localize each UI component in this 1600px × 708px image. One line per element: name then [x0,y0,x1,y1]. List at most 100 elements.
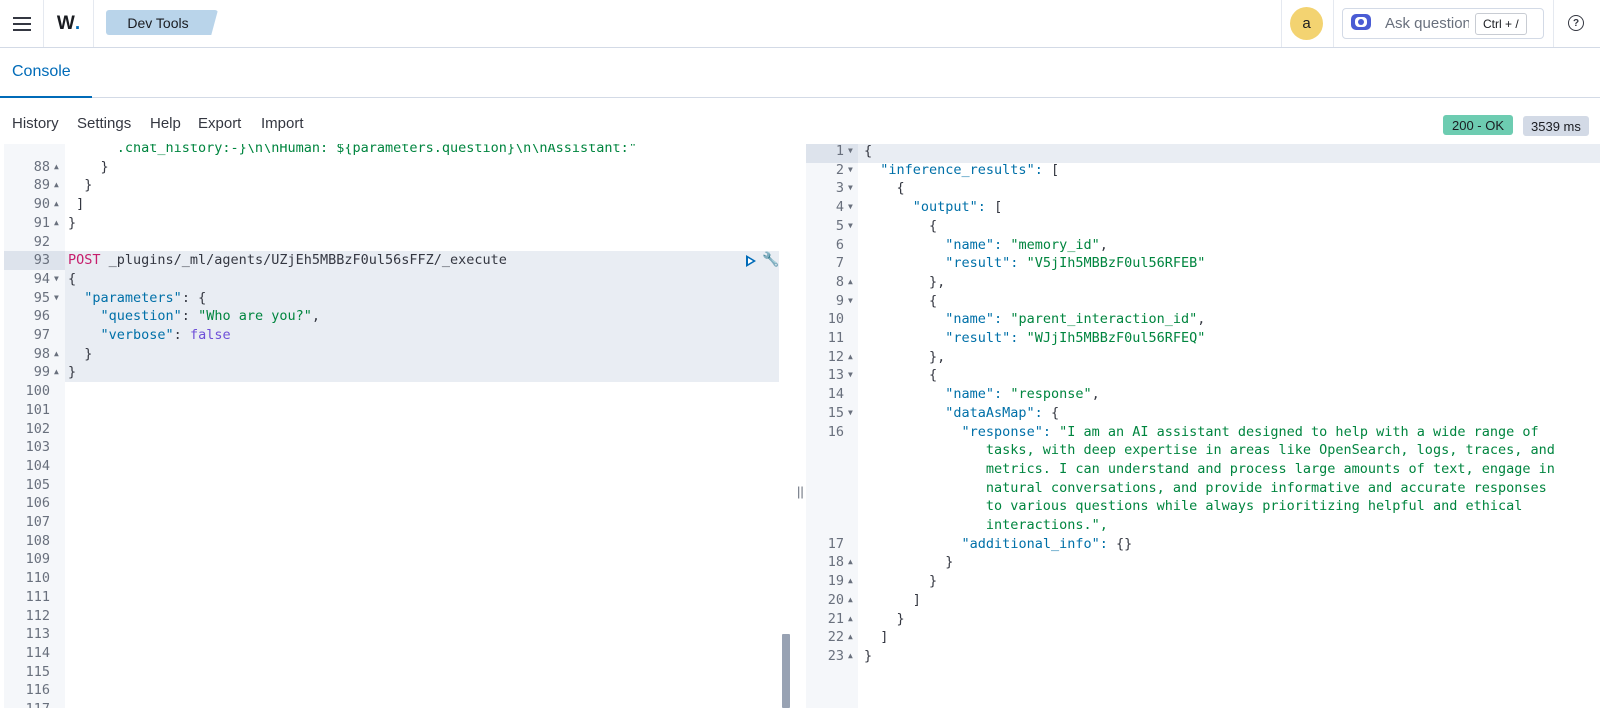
editor-line[interactable]: 93 POST _plugins/_ml/agents/UZjEh5MBBzF0u… [4,251,784,270]
response-line[interactable]: 15 ▼ "dataAsMap": { [806,404,1600,423]
editor-line[interactable]: 108 [4,532,784,551]
editor-line[interactable]: 92 [4,233,784,252]
brand-logo[interactable]: W. [44,0,94,47]
response-line[interactable]: 20 ▲ ] [806,591,1600,610]
fold-toggle-icon[interactable]: ▲ [848,610,853,629]
editor-line[interactable]: 113 [4,625,784,644]
editor-line[interactable]: 89 ▲ } [4,176,784,195]
editor-line[interactable]: 91 ▲} [4,214,784,233]
response-line[interactable]: 1 ▼ { [806,144,1600,161]
ask-question-input[interactable]: Ask question Ctrl + / [1342,8,1544,39]
editor-line[interactable]: 107 [4,513,784,532]
fold-toggle-icon[interactable]: ▲ [54,345,59,364]
breadcrumb[interactable]: Dev Tools [106,10,218,35]
editor-line[interactable]: 95 ▼ "parameters": { [4,289,784,308]
editor-line[interactable]: 106 [4,494,784,513]
editor-line[interactable]: 98 ▲ } [4,345,784,364]
editor-line[interactable]: 90 ▲ ] [4,195,784,214]
editor-line[interactable]: 88 ▲ } [4,158,784,177]
fold-toggle-icon[interactable]: ▲ [848,348,853,367]
editor-line[interactable]: 114 [4,644,784,663]
help-link[interactable]: Help [150,115,181,132]
response-line[interactable]: 19 ▲ } [806,572,1600,591]
editor-line[interactable]: 116 [4,681,784,700]
editor-scrollbar-thumb[interactable] [782,634,790,708]
response-line[interactable]: 22 ▲ ] [806,628,1600,647]
fold-toggle-icon[interactable]: ▼ [848,404,853,423]
response-line[interactable]: 14 "name": "response", [806,385,1600,404]
editor-line[interactable]: 103 [4,438,784,457]
help-icon[interactable]: ? [1568,15,1584,31]
pane-resizer[interactable] [792,144,806,708]
fold-toggle-icon[interactable]: ▼ [54,289,59,308]
fold-toggle-icon[interactable]: ▼ [848,217,853,236]
editor-line[interactable]: 96 "question": "Who are you?", [4,307,784,326]
request-editor[interactable]: .chat_history:-}\n\nHuman: ${parameters.… [4,144,784,708]
editor-line[interactable]: 112 [4,607,784,626]
response-line[interactable]: 4 ▼ "output": [ [806,198,1600,217]
fold-toggle-icon[interactable]: ▼ [848,144,853,161]
editor-line[interactable]: 100 [4,382,784,401]
play-icon[interactable] [746,255,756,268]
response-line[interactable]: 21 ▲ } [806,610,1600,629]
response-line[interactable]: 17 "additional_info": {} [806,535,1600,554]
editor-line[interactable]: 117 [4,700,784,708]
fold-toggle-icon[interactable]: ▲ [848,628,853,647]
response-line[interactable]: 12 ▲ }, [806,348,1600,367]
fold-toggle-icon[interactable]: ▲ [848,591,853,610]
export-link[interactable]: Export [198,115,241,132]
avatar[interactable]: a [1290,7,1323,40]
response-line[interactable]: metrics. I can understand and process la… [806,460,1600,479]
response-line[interactable]: 3 ▼ { [806,179,1600,198]
editor-line[interactable]: 97 "verbose": false [4,326,784,345]
response-line[interactable]: to various questions while always priori… [806,497,1600,516]
response-line[interactable]: 6 "name": "memory_id", [806,236,1600,255]
response-viewer[interactable]: 1 ▼{2 ▼ "inference_results": [3 ▼ {4 ▼ "outp… [806,144,1600,708]
editor-line[interactable]: 94 ▼ { [4,270,784,289]
import-link[interactable]: Import [261,115,304,132]
history-link[interactable]: History [12,115,59,132]
editor-line[interactable]: 111 [4,588,784,607]
fold-toggle-icon[interactable]: ▼ [848,292,853,311]
response-line[interactable]: 10 "name": "parent_interaction_id", [806,310,1600,329]
fold-toggle-icon[interactable]: ▼ [848,198,853,217]
editor-line[interactable]: 101 [4,401,784,420]
tab-console[interactable]: Console [0,48,92,98]
response-line[interactable]: 8 ▲ }, [806,273,1600,292]
fold-toggle-icon[interactable]: ▲ [848,553,853,572]
resize-handle-icon[interactable]: || [797,484,804,499]
fold-toggle-icon[interactable]: ▲ [848,572,853,591]
fold-toggle-icon[interactable]: ▼ [848,366,853,385]
response-line[interactable]: 11 "result": "WJjIh5MBBzF0ul56RFEQ" [806,329,1600,348]
response-line[interactable]: interactions.", [806,516,1600,535]
fold-toggle-icon[interactable]: ▲ [848,647,853,666]
fold-toggle-icon[interactable]: ▲ [848,273,853,292]
response-line[interactable]: 9 ▼ { [806,292,1600,311]
response-line[interactable]: 18 ▲ } [806,553,1600,572]
editor-line[interactable]: 99 ▲} [4,363,784,382]
editor-line[interactable]: 115 [4,663,784,682]
response-line[interactable]: 2 ▼ "inference_results": [ [806,161,1600,180]
editor-scrollbar[interactable] [782,144,790,708]
editor-line[interactable]: .chat_history:-}\n\nHuman: ${parameters.… [4,144,784,158]
editor-line[interactable]: 102 [4,420,784,439]
fold-toggle-icon[interactable]: ▲ [54,176,59,195]
fold-toggle-icon[interactable]: ▲ [54,195,59,214]
response-line[interactable]: 23 ▲} [806,647,1600,666]
response-line[interactable]: 5 ▼ { [806,217,1600,236]
fold-toggle-icon[interactable]: ▲ [54,214,59,233]
response-line[interactable]: 16 "response": "I am an AI assistant des… [806,423,1600,442]
fold-toggle-icon[interactable]: ▼ [54,270,59,289]
response-line[interactable]: natural conversations, and provide infor… [806,479,1600,498]
response-line[interactable]: tasks, with deep expertise in areas like… [806,441,1600,460]
fold-toggle-icon[interactable]: ▲ [54,158,59,177]
menu-icon[interactable] [0,0,44,47]
fold-toggle-icon[interactable]: ▲ [54,363,59,382]
editor-line[interactable]: 109 [4,550,784,569]
fold-toggle-icon[interactable]: ▼ [848,161,853,180]
wrench-icon[interactable]: 🔧 [762,252,779,268]
response-line[interactable]: 13 ▼ { [806,366,1600,385]
fold-toggle-icon[interactable]: ▼ [848,179,853,198]
settings-link[interactable]: Settings [77,115,131,132]
editor-line[interactable]: 104 [4,457,784,476]
